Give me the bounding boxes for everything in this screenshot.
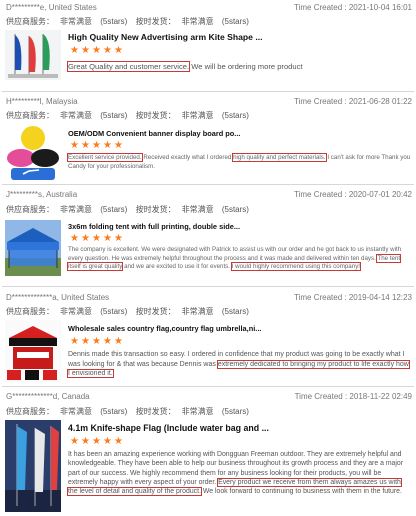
star-icon: ★ (114, 233, 123, 244)
rating-summary: 供应商服务： 非常满意 (5stars) 按时发货： 非常满意 (5stars) (6, 407, 249, 416)
time-created: Time Created : 2021-10-04 16:01 (293, 3, 412, 12)
star-icon: ★ (103, 436, 112, 447)
review-date: 2021-06-28 01:22 (348, 97, 412, 106)
product-thumbnail-knife-flags (5, 420, 61, 512)
star-icon: ★ (114, 436, 123, 447)
review-header: H*********l, Malaysia Time Created : 202… (6, 97, 412, 109)
review-text: The company is excellent. We were design… (66, 246, 402, 272)
star-rating: ★ ★ ★ ★ ★ (70, 141, 124, 151)
reviewer-name: H*********l, Malaysia (6, 97, 78, 106)
review-text: Excellent service provided. Received exa… (67, 153, 411, 170)
star-rating: ★ ★ ★ ★ ★ (70, 234, 124, 244)
review-date: 2019-04-14 12:23 (348, 293, 412, 302)
star-icon: ★ (70, 233, 79, 244)
star-icon: ★ (103, 45, 112, 56)
reviewer-name: D*************a, United States (6, 293, 110, 302)
star-icon: ★ (92, 436, 101, 447)
highlight: high quality and perfect materials. (232, 153, 327, 162)
star-icon: ★ (103, 140, 112, 151)
rating-summary: 供应商服务： 非常满意 (5stars) 按时发货： 非常满意 (5stars) (6, 307, 249, 316)
review-divider (2, 386, 414, 387)
review-header: D*********e, United States Time Created … (6, 3, 412, 15)
product-thumbnail-canopy (5, 320, 61, 382)
star-icon: ★ (70, 336, 79, 347)
time-created: Time Created : 2021-06-28 01:22 (293, 97, 412, 106)
star-icon: ★ (92, 45, 101, 56)
star-icon: ★ (114, 140, 123, 151)
product-image[interactable] (5, 420, 61, 512)
time-created: Time Created : 2019-04-14 12:23 (293, 293, 412, 302)
star-icon: ★ (70, 140, 79, 151)
product-title[interactable]: 3x6m folding tent with full printing, do… (68, 222, 410, 231)
product-thumbnail-tent (5, 220, 61, 276)
product-image[interactable] (5, 220, 61, 276)
star-icon: ★ (70, 436, 79, 447)
review-text: Dennis made this transaction so easy. I … (67, 351, 410, 379)
star-icon: ★ (114, 336, 123, 347)
reviewer-name: D*********e, United States (6, 3, 97, 12)
product-title[interactable]: OEM/ODM Convenient banner display board … (68, 129, 410, 138)
reviewer-name: J*********s, Australia (6, 190, 78, 199)
star-icon: ★ (81, 436, 90, 447)
time-created: Time Created : 2020-07-01 20:42 (293, 190, 412, 199)
star-icon: ★ (70, 45, 79, 56)
review-text: Great Quality and customer service. We w… (66, 61, 303, 72)
star-rating: ★ ★ ★ ★ ★ (70, 437, 124, 447)
review-header: J*********s, Australia Time Created : 20… (6, 190, 412, 202)
star-icon: ★ (81, 336, 90, 347)
highlight: I would highly recommend using this comp… (230, 262, 362, 272)
star-icon: ★ (92, 233, 101, 244)
product-thumbnail-flags (5, 30, 61, 80)
product-title[interactable]: High Quality New Advertising arm Kite Sh… (68, 32, 410, 42)
star-icon: ★ (103, 233, 112, 244)
time-created: Time Created : 2018-11-22 02:49 (294, 392, 412, 401)
reviewer-name: G*************d, Canada (6, 392, 90, 401)
rating-summary: 供应商服务： 非常满意 (5stars) 按时发货： 非常满意 (5stars) (6, 205, 249, 214)
product-title[interactable]: 4.1m Knife-shape Flag (Include water bag… (68, 423, 410, 433)
product-image[interactable] (5, 124, 61, 184)
product-image[interactable] (5, 320, 61, 382)
star-icon: ★ (81, 45, 90, 56)
review-divider (2, 286, 414, 287)
rating-summary: 供应商服务： 非常满意 (5stars) 按时发货： 非常满意 (5stars) (6, 17, 249, 26)
review-header: D*************a, United States Time Crea… (6, 293, 412, 305)
review-text: It has been an amazing experience workin… (67, 451, 404, 497)
review-divider (2, 184, 414, 185)
review-header: G*************d, Canada Time Created : 2… (6, 392, 412, 404)
star-icon: ★ (114, 45, 123, 56)
star-rating: ★ ★ ★ ★ ★ (70, 337, 124, 347)
review-date: 2018-11-22 02:49 (349, 392, 412, 401)
star-icon: ★ (81, 233, 90, 244)
star-icon: ★ (103, 336, 112, 347)
product-image[interactable] (5, 30, 61, 80)
review-date: 2020-07-01 20:42 (348, 190, 412, 199)
product-title[interactable]: Wholesale sales country flag,country fla… (68, 324, 410, 333)
star-rating: ★ ★ ★ ★ ★ (70, 46, 124, 56)
star-icon: ★ (92, 140, 101, 151)
highlight: Great Quality and customer service. (66, 61, 191, 72)
star-icon: ★ (81, 140, 90, 151)
rating-summary: 供应商服务： 非常满意 (5stars) 按时发货： 非常满意 (5stars) (6, 111, 249, 120)
highlight: Excellent service provided. (67, 153, 143, 162)
review-divider (2, 91, 414, 92)
review-date: 2021-10-04 16:01 (348, 3, 412, 12)
product-thumbnail-popup (5, 124, 61, 184)
star-icon: ★ (92, 336, 101, 347)
